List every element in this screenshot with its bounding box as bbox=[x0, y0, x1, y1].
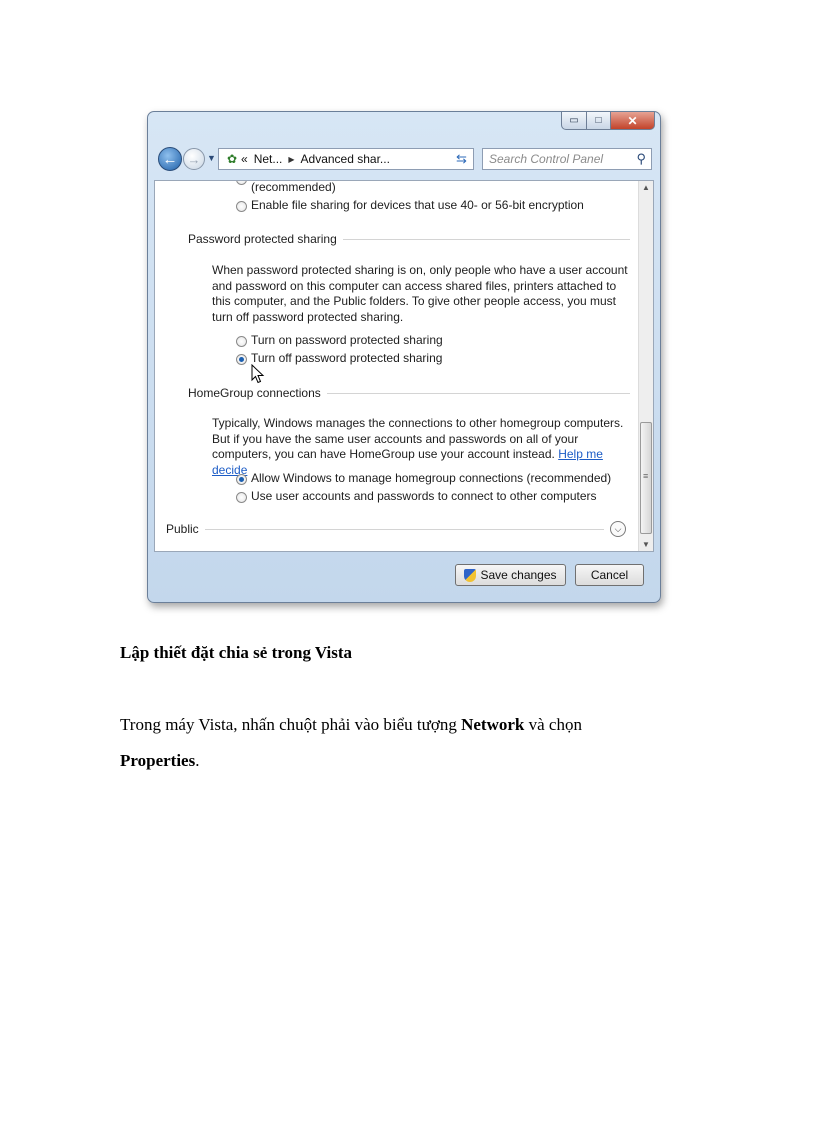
breadcrumb-network[interactable]: Net... bbox=[254, 152, 283, 166]
scroll-down-icon[interactable]: ▼ bbox=[642, 540, 650, 549]
top-option-fragment: (recommended) bbox=[251, 180, 336, 194]
public-section-title[interactable]: Public bbox=[166, 522, 199, 536]
uac-shield-icon bbox=[464, 568, 477, 582]
control-panel-icon: ✿ bbox=[226, 152, 238, 166]
password-section-header: Password protected sharing bbox=[188, 232, 630, 246]
homegroup-section-header: HomeGroup connections bbox=[188, 386, 630, 400]
close-button[interactable]: ✕ bbox=[611, 112, 655, 130]
encryption-40-56-label: Enable file sharing for devices that use… bbox=[251, 198, 584, 212]
advanced-sharing-window: ▭ □ ✕ ← → ▼ ✿ « Net... ▶ Advanced shar..… bbox=[147, 111, 661, 603]
password-off-radio[interactable] bbox=[236, 354, 247, 365]
public-section-header[interactable]: Public ⌵ bbox=[166, 521, 626, 537]
vertical-scrollbar[interactable]: ▲ ▼ bbox=[638, 181, 653, 551]
scroll-up-icon[interactable]: ▲ bbox=[642, 183, 650, 192]
homegroup-user-accounts-label[interactable]: Use user accounts and passwords to conne… bbox=[251, 489, 597, 503]
paragraph-text-start: Trong máy Vista, nhấn chuột phải vào biể… bbox=[120, 715, 462, 734]
document-heading: Lập thiết đặt chia sẻ trong Vista bbox=[120, 643, 353, 662]
encryption-40-56-radio[interactable] bbox=[236, 201, 247, 212]
section-divider bbox=[326, 392, 630, 394]
password-on-radio[interactable] bbox=[236, 336, 247, 347]
chevron-down-icon[interactable]: ⌵ bbox=[610, 521, 626, 537]
paragraph-text-middle: và chọn bbox=[524, 715, 582, 734]
document-paragraph: Trong máy Vista, nhấn chuột phải vào biể… bbox=[120, 707, 720, 779]
network-bold-text: Network bbox=[461, 715, 525, 734]
scrollbar-thumb[interactable] bbox=[640, 422, 652, 534]
search-box[interactable]: Search Control Panel ⚲ bbox=[482, 148, 652, 170]
password-on-label[interactable]: Turn on password protected sharing bbox=[251, 333, 443, 347]
password-description: When password protected sharing is on, o… bbox=[212, 263, 628, 324]
homegroup-windows-managed-radio[interactable] bbox=[236, 474, 247, 485]
recent-pages-dropdown-icon[interactable]: ▼ bbox=[207, 153, 216, 163]
search-placeholder[interactable]: Search Control Panel bbox=[489, 152, 603, 166]
address-bar[interactable]: ✿ « Net... ▶ Advanced shar... ▼ bbox=[218, 148, 466, 170]
window-controls: ▭ □ ✕ bbox=[561, 112, 655, 130]
maximize-button[interactable]: □ bbox=[587, 112, 611, 130]
homegroup-user-accounts-radio[interactable] bbox=[236, 492, 247, 503]
save-changes-label: Save changes bbox=[480, 568, 557, 582]
navigation-bar: ← → ▼ ✿ « Net... ▶ Advanced shar... ▼ ⇆ … bbox=[154, 146, 654, 172]
back-arrow-icon[interactable]: ← bbox=[158, 147, 182, 171]
address-overflow[interactable]: « bbox=[241, 152, 248, 166]
settings-content: (recommended) Enable file sharing for de… bbox=[154, 180, 654, 552]
password-section-title: Password protected sharing bbox=[188, 232, 337, 246]
section-divider bbox=[204, 528, 604, 530]
password-off-label[interactable]: Turn off password protected sharing bbox=[251, 351, 442, 365]
mouse-cursor-icon bbox=[251, 364, 265, 384]
breadcrumb-arrow-icon[interactable]: ▶ bbox=[288, 155, 294, 164]
minimize-button[interactable]: ▭ bbox=[561, 112, 587, 130]
save-changes-button[interactable]: Save changes bbox=[455, 564, 566, 586]
button-bar: Save changes Cancel bbox=[154, 552, 654, 596]
forward-arrow-icon[interactable]: → bbox=[183, 148, 205, 170]
properties-bold-text: Properties bbox=[120, 751, 196, 770]
homegroup-description: Typically, Windows manages the connectio… bbox=[212, 416, 632, 478]
cancel-label: Cancel bbox=[590, 568, 629, 582]
top-option-radio-partial[interactable] bbox=[236, 181, 247, 185]
section-divider bbox=[342, 238, 630, 240]
paragraph-text-end: . bbox=[195, 751, 200, 770]
cancel-button[interactable]: Cancel bbox=[575, 564, 644, 586]
search-icon[interactable]: ⚲ bbox=[636, 151, 646, 167]
breadcrumb-advanced-sharing[interactable]: Advanced shar... bbox=[301, 152, 390, 166]
homegroup-windows-managed-label[interactable]: Allow Windows to manage homegroup connec… bbox=[251, 471, 611, 485]
homegroup-section-title: HomeGroup connections bbox=[188, 386, 321, 400]
refresh-icon[interactable]: ⇆ bbox=[450, 148, 474, 170]
